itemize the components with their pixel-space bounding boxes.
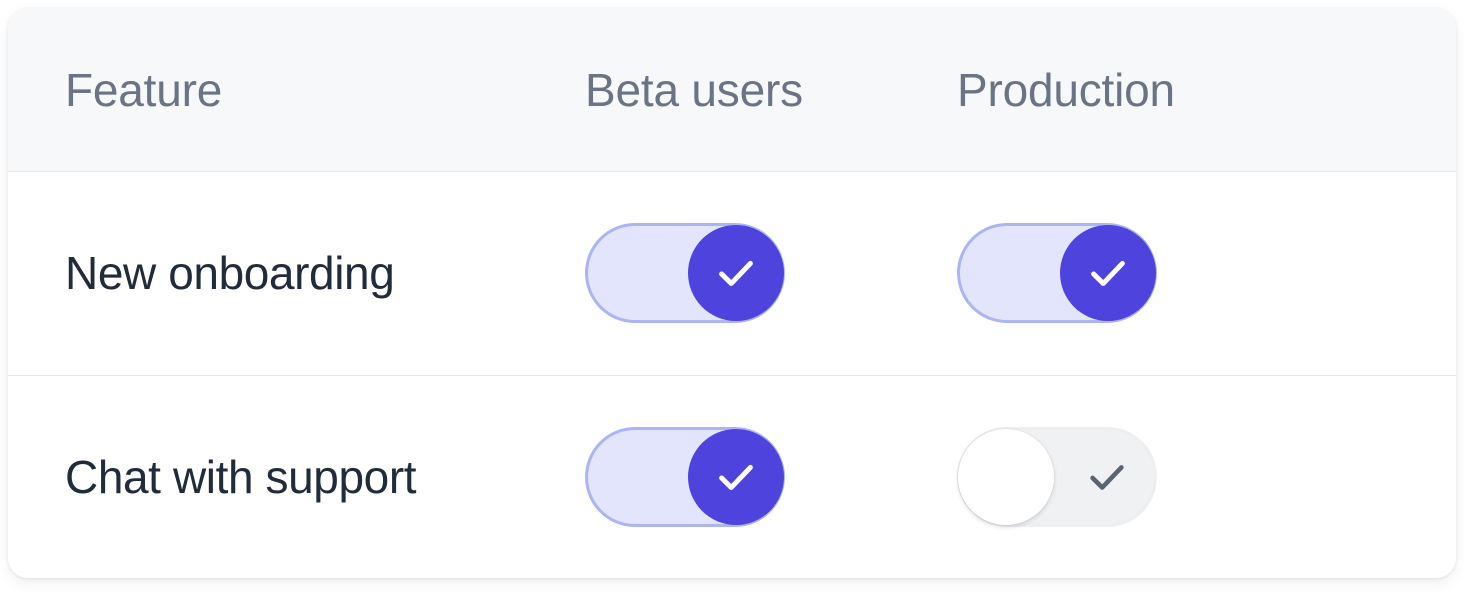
- column-header-feature: Feature: [8, 63, 568, 117]
- toggle-knob: [958, 428, 1054, 525]
- feature-name-label: Chat with support: [65, 450, 417, 503]
- feature-name-label: New onboarding: [65, 247, 395, 300]
- cell-production-toggle: [940, 426, 1312, 527]
- toggle-knob: [688, 428, 784, 525]
- cell-beta-toggle: [568, 426, 940, 527]
- table-header-row: Feature Beta users Production: [8, 8, 1456, 172]
- column-header-beta-label: Beta users: [585, 63, 803, 116]
- toggle-chat-with-support-beta[interactable]: [585, 426, 785, 527]
- toggle-new-onboarding-production[interactable]: [957, 223, 1157, 324]
- column-header-feature-label: Feature: [65, 63, 223, 116]
- feature-flags-table: Feature Beta users Production New onboar…: [8, 8, 1456, 578]
- check-icon: [719, 464, 753, 490]
- cell-feature-name: Chat with support: [8, 450, 568, 504]
- table-body: New onboarding Chat with support: [8, 172, 1456, 578]
- check-icon: [1091, 261, 1125, 287]
- toggle-new-onboarding-beta[interactable]: [585, 223, 785, 324]
- toggle-chat-with-support-production[interactable]: [957, 426, 1157, 527]
- column-header-production-label: Production: [957, 63, 1175, 116]
- table-row: Chat with support: [8, 374, 1456, 578]
- column-header-production: Production: [940, 63, 1312, 117]
- cell-feature-name: New onboarding: [8, 246, 568, 300]
- feature-flags-card: Feature Beta users Production New onboar…: [8, 8, 1456, 578]
- table-row: New onboarding: [8, 172, 1456, 375]
- toggle-knob: [1060, 225, 1156, 322]
- toggle-track-check: [1084, 454, 1130, 500]
- column-header-beta: Beta users: [568, 63, 940, 117]
- cell-beta-toggle: [568, 223, 940, 324]
- check-icon: [1090, 464, 1124, 490]
- toggle-knob: [688, 225, 784, 322]
- cell-production-toggle: [940, 223, 1312, 324]
- check-icon: [719, 261, 753, 287]
